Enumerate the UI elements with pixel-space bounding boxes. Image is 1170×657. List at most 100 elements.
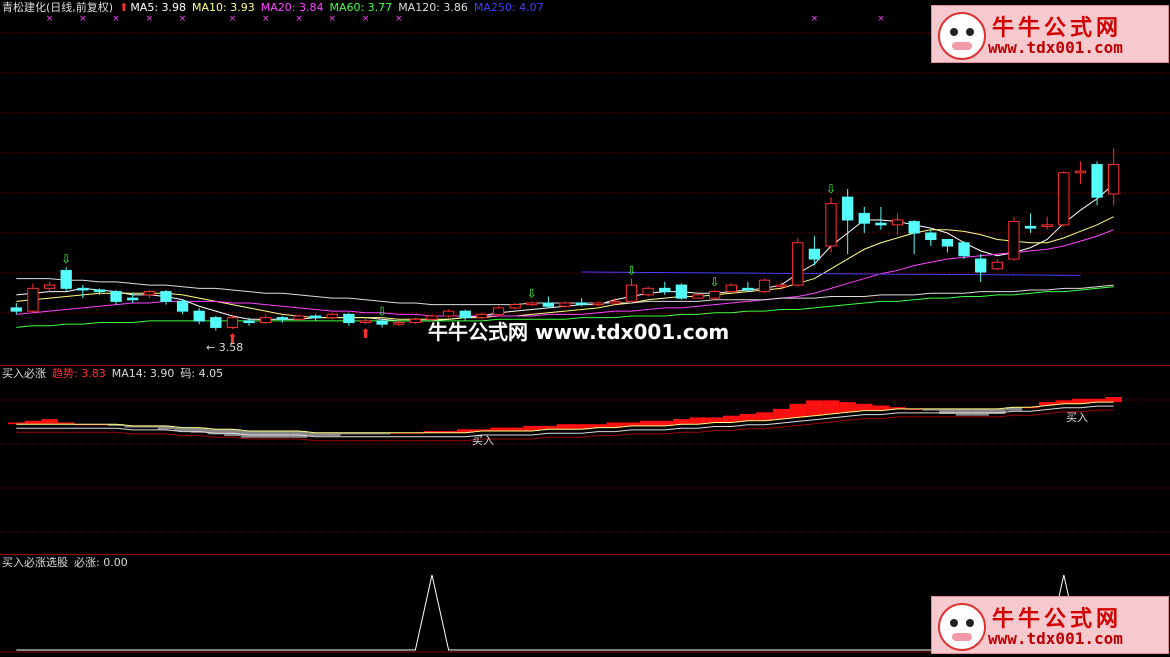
candle-body xyxy=(526,302,538,306)
trend-bar xyxy=(506,427,524,431)
indicator2-legend: 买入必涨选股 必涨: 0.00 xyxy=(2,556,134,570)
down-arrow-icon: ⇩ xyxy=(61,252,71,266)
candle-body xyxy=(1024,225,1037,229)
code-value: 码: 4.05 xyxy=(180,367,224,380)
trend-bar xyxy=(822,400,840,414)
candle-body xyxy=(127,297,139,301)
candle-body xyxy=(93,289,106,293)
down-arrow-icon: ⇩ xyxy=(377,304,387,318)
candle-body xyxy=(193,310,205,322)
marker-x-icon: × xyxy=(811,14,819,24)
candle-body xyxy=(659,287,671,293)
candle-body xyxy=(27,287,39,312)
candle-body xyxy=(825,203,837,247)
trend-bar xyxy=(257,431,275,438)
marker-x-icon: × xyxy=(362,14,370,24)
up-arrow-icon: ⬆ xyxy=(360,327,371,342)
candle-body xyxy=(409,318,422,324)
candle-body xyxy=(226,317,239,328)
buy-label: 买入 xyxy=(1066,411,1088,424)
candle-body xyxy=(792,242,804,286)
candle-body xyxy=(842,196,854,221)
candle-body xyxy=(575,302,588,306)
arrow-up-icon: ⬆ xyxy=(119,1,129,14)
candle-body xyxy=(210,317,222,328)
candle-body xyxy=(293,315,305,320)
candle-body xyxy=(592,302,604,306)
candle-body xyxy=(326,313,338,319)
panel-separator xyxy=(0,365,1170,366)
candle-body xyxy=(376,320,388,325)
marker-x-icon: × xyxy=(328,14,336,24)
marker-x-icon: × xyxy=(295,14,303,24)
candle-body xyxy=(625,284,638,302)
low-price-label: 3.58 xyxy=(218,341,244,354)
down-arrow-icon: ⇩ xyxy=(626,264,636,278)
candle-body xyxy=(1108,164,1120,195)
candle-body xyxy=(492,307,505,315)
candle-body xyxy=(891,219,904,226)
indicator2-title: 买入必涨选股 xyxy=(2,556,68,569)
ma-line-ma120 xyxy=(16,278,1114,306)
ma5-value: MA5: 3.98 xyxy=(130,1,187,14)
candle-body xyxy=(1091,164,1103,198)
candle-body xyxy=(875,222,887,226)
trend-bar xyxy=(756,412,773,421)
candle-body xyxy=(43,284,56,289)
trend-bar xyxy=(556,424,574,430)
trend-bar xyxy=(972,408,989,416)
trend-bar xyxy=(839,402,856,413)
trend-bar xyxy=(623,422,640,426)
trend-bar xyxy=(41,419,58,425)
stock-title: 青松建化(日线,前复权) xyxy=(2,1,114,14)
candle-body xyxy=(160,291,172,302)
candle-body xyxy=(958,242,970,257)
ma-line-ma5 xyxy=(16,183,1115,322)
candle-body xyxy=(775,284,787,288)
candle-body xyxy=(975,258,987,273)
ma14-value: MA14: 3.90 xyxy=(111,367,175,380)
candle-body xyxy=(925,232,937,240)
candle-body xyxy=(309,315,322,319)
trend-bar xyxy=(589,424,607,428)
cow-logo-icon xyxy=(938,12,986,60)
ma120-value: MA120: 3.86 xyxy=(398,1,468,14)
trend-bar xyxy=(772,408,790,420)
candle-body xyxy=(758,279,771,293)
trend-bar xyxy=(673,419,690,425)
cow-logo-icon xyxy=(938,603,986,651)
candle-body xyxy=(692,294,704,299)
candle-body xyxy=(243,320,255,324)
ma10-value: MA10: 3.93 xyxy=(192,1,255,14)
candle-body xyxy=(509,304,521,309)
watermark-logo: 牛牛公式网 www.tdx001.com xyxy=(931,5,1169,63)
candle-body xyxy=(559,302,571,307)
candle-body xyxy=(708,291,721,299)
candle-body xyxy=(343,313,355,324)
indicator1-legend: 买入必涨 趋势: 3.83 MA14: 3.90 码: 4.05 xyxy=(2,367,229,381)
candle-body xyxy=(609,300,621,304)
candle-body xyxy=(276,317,288,320)
candle-body xyxy=(808,248,821,260)
candle-body xyxy=(858,212,870,224)
bizhang-value: 必涨: 0.00 xyxy=(74,556,128,569)
watermark-logo: 牛牛公式网 www.tdx001.com xyxy=(931,596,1169,654)
candle-body xyxy=(675,284,688,299)
marker-x-icon: × xyxy=(877,14,885,24)
candle-body xyxy=(742,287,754,291)
candle-body xyxy=(260,317,272,324)
marker-x-icon: × xyxy=(262,14,270,24)
candle-body xyxy=(77,287,89,291)
trend-bar xyxy=(955,408,973,416)
candle-body xyxy=(725,284,737,293)
trend-bar xyxy=(789,403,807,418)
ma250-value: MA250: 4.07 xyxy=(473,1,544,14)
trend-bar xyxy=(739,414,757,421)
candle-body xyxy=(393,322,405,325)
watermark-url: www.tdx001.com xyxy=(988,629,1123,648)
trend-bar xyxy=(490,427,507,431)
trend-bar xyxy=(307,432,324,437)
trend-bar xyxy=(274,431,291,438)
marker-x-icon: × xyxy=(79,14,87,24)
ma20-value: MA20: 3.84 xyxy=(260,1,324,14)
